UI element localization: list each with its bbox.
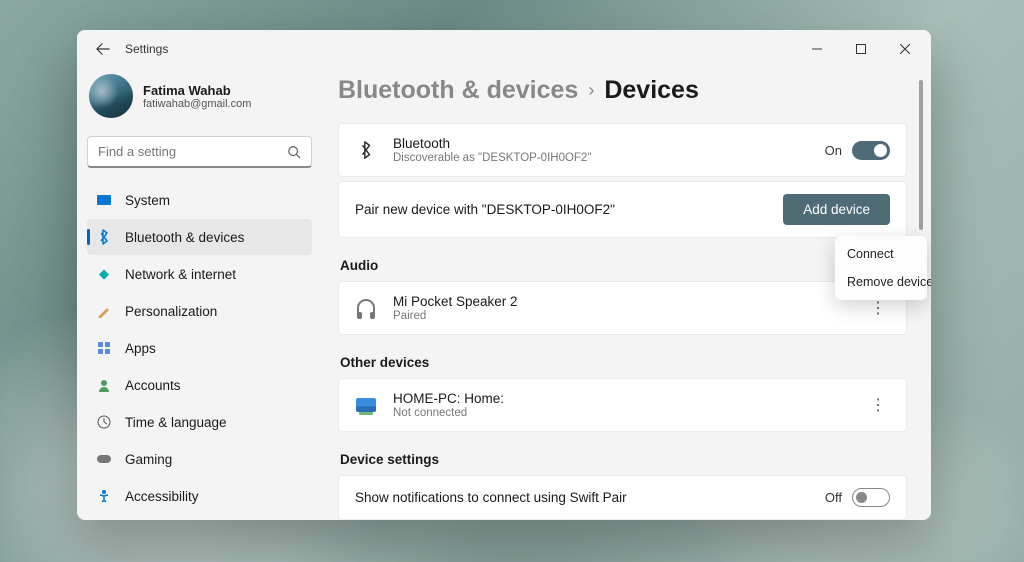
other-device-card[interactable]: HOME-PC: Home: Not connected ⋮ <box>338 378 907 432</box>
nav-label: Personalization <box>125 304 217 319</box>
search-box[interactable] <box>87 136 312 168</box>
nav-item-accessibility[interactable]: Accessibility <box>87 478 312 514</box>
other-device-name: HOME-PC: Home: <box>393 391 866 406</box>
maximize-button[interactable] <box>839 33 883 65</box>
accessibility-icon <box>95 487 113 505</box>
search-input[interactable] <box>98 144 287 159</box>
nav-item-apps[interactable]: Apps <box>87 330 312 366</box>
profile-email: fatiwahab@gmail.com <box>143 98 251 110</box>
apps-icon <box>95 339 113 357</box>
arrow-left-icon <box>96 42 110 56</box>
gaming-icon <box>95 450 113 468</box>
sidebar: Fatima Wahab fatiwahab@gmail.com System <box>77 68 322 520</box>
nav-label: System <box>125 193 170 208</box>
settings-window: Settings Fatima Wahab fatiwahab@gmail.co… <box>77 30 931 520</box>
breadcrumb-current: Devices <box>604 76 699 105</box>
personalization-icon <box>95 302 113 320</box>
audio-device-name: Mi Pocket Speaker 2 <box>393 294 866 309</box>
context-remove[interactable]: Remove device <box>837 268 925 296</box>
section-device-settings: Device settings <box>340 452 927 467</box>
profile-block[interactable]: Fatima Wahab fatiwahab@gmail.com <box>87 68 312 132</box>
nav-label: Bluetooth & devices <box>125 230 244 245</box>
nav-label: Apps <box>125 341 156 356</box>
nav-item-privacy[interactable]: Privacy & security <box>87 515 312 520</box>
nav-item-system[interactable]: System <box>87 182 312 218</box>
network-icon: ◆ <box>95 265 113 283</box>
bluetooth-subtitle: Discoverable as "DESKTOP-0IH0OF2" <box>393 152 825 164</box>
pair-text: Pair new device with "DESKTOP-0IH0OF2" <box>355 202 783 217</box>
pair-device-card: Pair new device with "DESKTOP-0IH0OF2" A… <box>338 181 907 238</box>
other-device-status: Not connected <box>393 407 866 419</box>
minimize-button[interactable] <box>795 33 839 65</box>
nav-item-time[interactable]: Time & language <box>87 404 312 440</box>
titlebar: Settings <box>77 30 931 68</box>
profile-name: Fatima Wahab <box>143 83 251 98</box>
nav-list: System Bluetooth & devices ◆ Network & i… <box>87 182 312 520</box>
bluetooth-toggle[interactable] <box>852 141 890 160</box>
close-button[interactable] <box>883 33 927 65</box>
nav-item-personalization[interactable]: Personalization <box>87 293 312 329</box>
close-icon <box>900 44 910 54</box>
section-other: Other devices <box>340 355 927 370</box>
nav-item-network[interactable]: ◆ Network & internet <box>87 256 312 292</box>
bluetooth-title: Bluetooth <box>393 136 825 151</box>
nav-label: Time & language <box>125 415 227 430</box>
breadcrumb: Bluetooth & devices › Devices <box>338 76 927 105</box>
chevron-right-icon: › <box>588 80 594 101</box>
swift-pair-title: Show notifications to connect using Swif… <box>355 490 825 505</box>
headphones-icon <box>355 299 377 317</box>
other-device-more-button[interactable]: ⋮ <box>866 391 890 419</box>
nav-label: Network & internet <box>125 267 236 282</box>
context-connect[interactable]: Connect <box>837 240 925 268</box>
system-icon <box>95 191 113 209</box>
scrollbar-thumb[interactable] <box>919 80 923 230</box>
bluetooth-toggle-card: Bluetooth Discoverable as "DESKTOP-0IH0O… <box>338 123 907 177</box>
nav-label: Accessibility <box>125 489 199 504</box>
breadcrumb-parent[interactable]: Bluetooth & devices <box>338 76 578 105</box>
device-context-menu: Connect Remove device <box>835 236 927 300</box>
nav-item-bluetooth[interactable]: Bluetooth & devices <box>87 219 312 255</box>
audio-device-card[interactable]: Mi Pocket Speaker 2 Paired ⋮ <box>338 281 907 335</box>
window-controls <box>795 33 927 65</box>
nav-item-accounts[interactable]: Accounts <box>87 367 312 403</box>
swift-pair-card: Show notifications to connect using Swif… <box>338 475 907 520</box>
maximize-icon <box>856 44 866 54</box>
search-icon <box>287 145 301 159</box>
audio-device-status: Paired <box>393 310 866 322</box>
bluetooth-icon <box>355 140 377 160</box>
swift-pair-toggle[interactable] <box>852 488 890 507</box>
time-icon <box>95 413 113 431</box>
swift-pair-state-label: Off <box>825 490 842 505</box>
window-title: Settings <box>125 42 168 56</box>
avatar <box>89 74 133 118</box>
nav-label: Accounts <box>125 378 181 393</box>
back-button[interactable] <box>91 37 115 61</box>
add-device-button[interactable]: Add device <box>783 194 890 225</box>
nav-label: Gaming <box>125 452 172 467</box>
minimize-icon <box>812 44 822 54</box>
nav-item-gaming[interactable]: Gaming <box>87 441 312 477</box>
content-area: Fatima Wahab fatiwahab@gmail.com System <box>77 68 931 520</box>
pc-icon <box>355 398 377 412</box>
accounts-icon <box>95 376 113 394</box>
profile-text: Fatima Wahab fatiwahab@gmail.com <box>143 83 251 110</box>
bluetooth-state-label: On <box>825 143 842 158</box>
bluetooth-icon <box>95 228 113 246</box>
